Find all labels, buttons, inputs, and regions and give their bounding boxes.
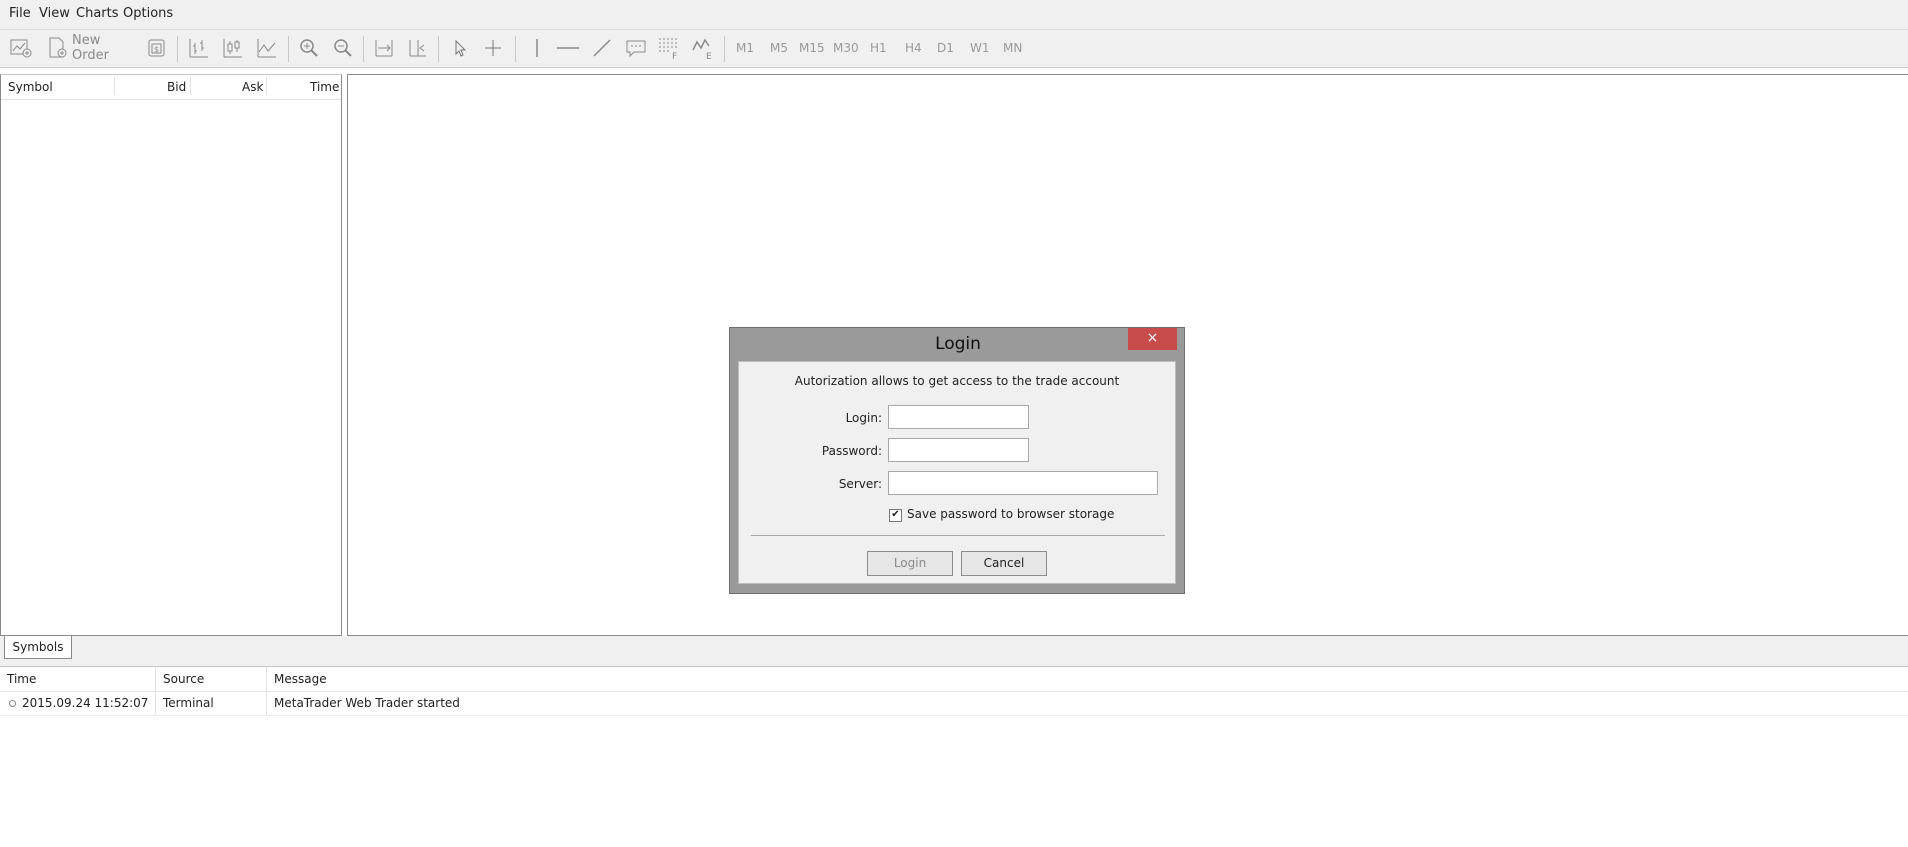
toolbar: New Order $ F E M1 M5 M15 M30 H1 H4 D1 W…	[0, 30, 1908, 68]
cursor-icon[interactable]	[448, 36, 472, 60]
column-journal-message[interactable]: Message	[274, 672, 327, 686]
column-bid[interactable]: Bid	[167, 80, 186, 94]
fibonacci-icon[interactable]: F	[656, 36, 682, 60]
new-order-button[interactable]: New Order	[48, 33, 138, 63]
timeframe-h4[interactable]: H4	[905, 41, 922, 55]
journal-panel: Time Source Message 2015.09.24 11:52:07 …	[0, 666, 1908, 847]
menu-file[interactable]: File	[9, 6, 31, 21]
candlestick-chart-icon[interactable]	[220, 36, 246, 60]
menu-bar: File View Charts Options	[0, 0, 1908, 30]
timeframe-mn[interactable]: MN	[1003, 41, 1022, 55]
timeframe-d1[interactable]: D1	[937, 41, 954, 55]
login-label: Login:	[845, 411, 882, 425]
trend-line-icon[interactable]	[589, 36, 615, 60]
trade-history-icon[interactable]: $	[144, 36, 170, 60]
login-input[interactable]	[888, 405, 1029, 429]
column-journal-time[interactable]: Time	[7, 672, 36, 686]
timeframe-m1[interactable]: M1	[736, 41, 754, 55]
line-chart-icon[interactable]	[254, 36, 280, 60]
server-input[interactable]	[888, 471, 1158, 495]
vertical-line-icon[interactable]	[525, 36, 549, 60]
svg-text:$: $	[154, 45, 159, 54]
login-button[interactable]: Login	[867, 551, 953, 576]
svg-text:F: F	[672, 52, 677, 60]
journal-message: MetaTrader Web Trader started	[274, 696, 460, 710]
zoom-out-icon[interactable]	[330, 36, 356, 60]
timeframe-w1[interactable]: W1	[970, 41, 990, 55]
server-label: Server:	[838, 477, 882, 491]
save-password-checkbox[interactable]: ✔	[889, 509, 902, 522]
password-input[interactable]	[888, 438, 1029, 462]
timeframe-m30[interactable]: M30	[833, 41, 859, 55]
column-symbol[interactable]: Symbol	[8, 80, 53, 94]
column-time[interactable]: Time	[310, 80, 339, 94]
log-entry-icon	[9, 700, 16, 707]
horizontal-line-icon[interactable]	[555, 36, 581, 60]
journal-time: 2015.09.24 11:52:07	[22, 696, 149, 710]
tab-symbols[interactable]: Symbols	[4, 636, 72, 659]
chart-shift-icon[interactable]	[405, 36, 431, 60]
bar-chart-icon[interactable]	[186, 36, 212, 60]
market-watch-panel: Symbol Bid Ask Time	[0, 74, 342, 636]
timeframe-m5[interactable]: M5	[770, 41, 788, 55]
journal-header: Time Source Message	[0, 667, 1908, 692]
zoom-in-icon[interactable]	[296, 36, 322, 60]
tab-strip: Symbols	[0, 636, 1908, 666]
password-label: Password:	[821, 444, 882, 458]
journal-source: Terminal	[163, 696, 214, 710]
new-chart-icon[interactable]	[8, 36, 34, 60]
menu-charts[interactable]: Charts	[76, 6, 119, 21]
dialog-title: Login	[935, 334, 981, 354]
timeframe-h1[interactable]: H1	[870, 41, 887, 55]
elliott-wave-icon[interactable]: E	[690, 36, 716, 60]
timeframe-m15[interactable]: M15	[799, 41, 825, 55]
new-order-icon	[48, 37, 68, 59]
journal-row[interactable]: 2015.09.24 11:52:07 Terminal MetaTrader …	[0, 691, 1908, 716]
column-journal-source[interactable]: Source	[163, 672, 204, 686]
svg-text:E: E	[706, 52, 712, 60]
crosshair-icon[interactable]	[481, 36, 505, 60]
menu-options[interactable]: Options	[123, 6, 173, 21]
new-order-label: New Order	[72, 33, 109, 63]
text-label-icon[interactable]	[623, 36, 649, 60]
dialog-info-text: Autorization allows to get access to the…	[794, 374, 1120, 388]
save-password-label[interactable]: Save password to browser storage	[907, 507, 1114, 521]
menu-view[interactable]: View	[39, 6, 70, 21]
column-ask[interactable]: Ask	[242, 80, 263, 94]
login-dialog: Login × Autorization allows to get acces…	[729, 327, 1185, 594]
close-icon[interactable]: ×	[1128, 328, 1177, 350]
dialog-divider	[751, 535, 1165, 536]
cancel-button[interactable]: Cancel	[961, 551, 1047, 576]
market-watch-header: Symbol Bid Ask Time	[1, 75, 341, 100]
auto-scroll-icon[interactable]	[371, 36, 397, 60]
dialog-body: Autorization allows to get access to the…	[738, 361, 1176, 584]
